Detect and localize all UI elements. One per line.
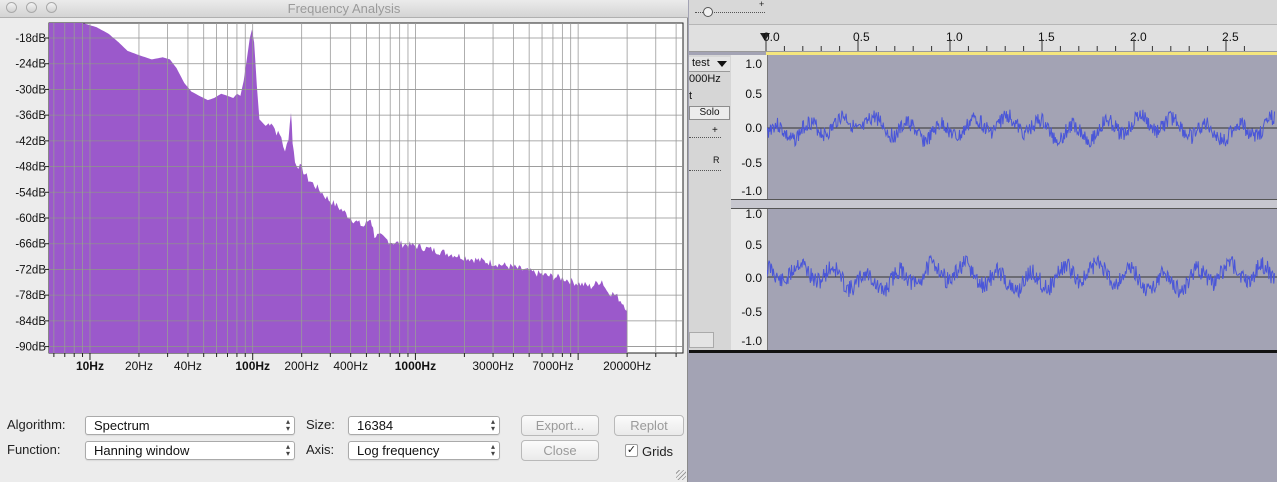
y-tick-label: -48dB (15, 162, 46, 174)
track-collapse-bar[interactable] (689, 332, 714, 348)
solo-button[interactable]: Solo (689, 106, 730, 120)
axis-value: Log frequency (357, 443, 440, 458)
y-tick-label: -60dB (15, 213, 46, 225)
x-tick-label: 1000Hz (395, 359, 436, 373)
resize-grip-icon[interactable] (676, 470, 686, 480)
ruler-minor-ticks (765, 39, 1245, 51)
timeline-ruler[interactable]: 0.0 0.5 1.0 1.5 2.0 2.5 (689, 25, 1277, 52)
track-bottom-border (689, 350, 1277, 353)
y-tick-label: -84dB (15, 316, 46, 328)
x-tick-label: 400Hz (333, 359, 368, 373)
y-tick-label: -36dB (15, 110, 46, 122)
scale-label: 0.0 (745, 121, 762, 135)
track-name-menu[interactable]: test (689, 57, 730, 72)
x-tick-label: 20Hz (125, 359, 153, 373)
size-value: 16384 (357, 418, 394, 433)
x-tick-label: 40Hz (174, 359, 202, 373)
x-tick-label: 200Hz (284, 359, 319, 373)
y-tick-label: -90dB (15, 342, 46, 354)
y-tick-label: -42dB (15, 136, 46, 148)
y-tick-label: -24dB (15, 59, 46, 71)
scale-label: -0.5 (741, 305, 762, 319)
track-name: test (692, 57, 710, 69)
x-tick-label: 10Hz (76, 359, 104, 373)
y-tick-label: -78dB (15, 290, 46, 302)
x-tick-label: 7000Hz (532, 359, 573, 373)
scale-label: -0.5 (741, 156, 762, 170)
y-tick-label: -66dB (15, 239, 46, 251)
y-tick-label: -54dB (15, 187, 46, 199)
playback-speed-slider[interactable]: + (695, 0, 765, 19)
function-select[interactable]: Hanning window ▴ ▾ (85, 441, 295, 460)
gain-slider[interactable] (689, 137, 721, 139)
spectrum-plot[interactable]: -18dB -24dB -30dB -36dB -42dB -48dB -54dB -60dB… (0, 17, 688, 377)
scale-label: 0.5 (745, 238, 762, 252)
algorithm-value: Spectrum (94, 418, 150, 433)
window-title: Frequency Analysis (287, 1, 401, 16)
algorithm-label: Algorithm: (7, 417, 66, 432)
track-rate: 000Hz (689, 73, 721, 85)
pan-right-label: R (713, 155, 720, 165)
window-titlebar[interactable]: Frequency Analysis (0, 0, 688, 18)
close-button[interactable]: Close (521, 440, 599, 461)
y-tick-label: -18dB (15, 33, 46, 45)
function-label: Function: (7, 442, 61, 457)
select-arrows-icon: ▴ ▾ (285, 417, 290, 433)
axis-select[interactable]: Log frequency ▴ ▾ (348, 441, 500, 460)
pan-slider[interactable] (689, 170, 721, 172)
grids-label: Grids (642, 444, 674, 459)
track-format: t (689, 90, 693, 102)
slider-thumb-icon[interactable] (703, 7, 713, 17)
select-arrows-icon: ▴ ▾ (285, 442, 290, 458)
track-control-panel[interactable]: test 000Hz t Solo + R (689, 55, 732, 351)
scale-label: 1.0 (745, 57, 762, 71)
select-arrows-icon: ▴ ▾ (490, 417, 495, 433)
scale-label: -1.0 (741, 184, 762, 198)
checkmark-icon: ✓ (626, 444, 637, 456)
x-tick-label: 100Hz (235, 359, 270, 373)
gain-plus-icon: + (712, 125, 718, 136)
dropdown-arrow-icon (717, 61, 727, 67)
scale-label: 0.5 (745, 87, 762, 101)
scale-label: -1.0 (741, 334, 762, 348)
waveform-display[interactable] (767, 55, 1277, 351)
size-select[interactable]: 16384 ▴ ▾ (348, 416, 500, 435)
y-tick-label: -72dB (15, 264, 46, 276)
function-value: Hanning window (94, 443, 190, 458)
x-tick-label: 20000Hz (603, 359, 651, 373)
algorithm-select[interactable]: Spectrum ▴ ▾ (85, 416, 295, 435)
axis-label: Axis: (306, 442, 335, 457)
replot-button[interactable]: Replot (614, 415, 684, 436)
scale-label: 0.0 (745, 271, 762, 285)
scale-label: 1.0 (745, 207, 762, 221)
x-tick-label: 3000Hz (472, 359, 513, 373)
size-label: Size: (306, 417, 335, 432)
frequency-analysis-window: Frequency Analysis -18dB -24dB -30dB -36dB -… (0, 0, 688, 482)
audacity-toolbar: + (689, 0, 1277, 25)
grids-checkbox[interactable]: ✓ (625, 444, 638, 457)
y-tick-label: -30dB (15, 84, 46, 96)
export-button[interactable]: Export... (521, 415, 599, 436)
select-arrows-icon: ▴ ▾ (490, 442, 495, 458)
